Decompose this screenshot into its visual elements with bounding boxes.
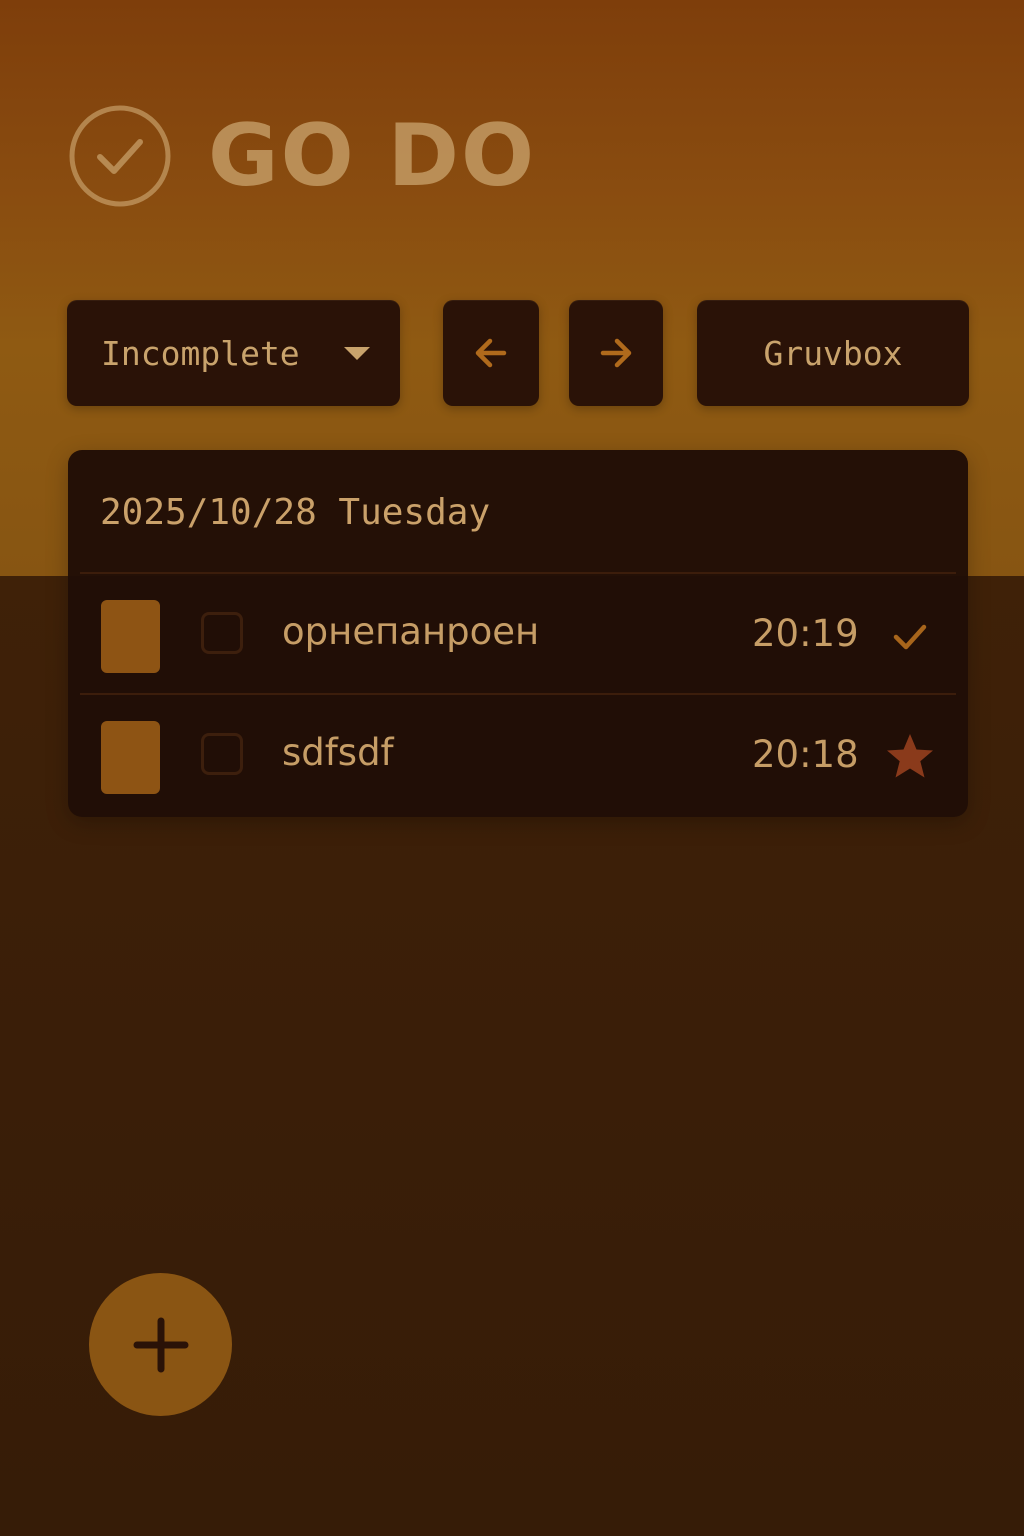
star-icon[interactable] [884,731,936,783]
chevron-down-icon [344,346,370,360]
add-task-button[interactable] [89,1273,232,1416]
arrow-right-icon [600,338,632,368]
filter-dropdown[interactable]: Incomplete [67,300,400,406]
plus-icon [133,1317,188,1372]
day-card: 2025/10/28 Tuesday орнепанроен 20:19 sdf… [68,450,968,817]
task-title: sdfsdf [282,731,394,774]
task-color-swatch[interactable] [101,721,160,794]
app-header: GO DO [68,102,536,210]
previous-day-button[interactable] [443,300,539,406]
arrow-left-icon [475,338,507,368]
app-title: GO DO [208,106,537,206]
task-row[interactable]: орнепанроен 20:19 [68,574,968,694]
task-row[interactable]: sdfsdf 20:18 [68,695,968,815]
theme-label: Gruvbox [763,333,903,373]
date-header: 2025/10/28 Tuesday [100,492,491,533]
filter-selected-value: Incomplete [101,333,300,373]
task-color-swatch[interactable] [101,600,160,673]
check-circle-icon [69,105,171,207]
check-icon[interactable] [884,610,936,662]
task-checkbox[interactable] [201,733,243,775]
task-title: орнепанроен [282,610,540,653]
task-time: 20:19 [752,612,859,655]
task-checkbox[interactable] [201,612,243,654]
next-day-button[interactable] [569,300,663,406]
task-time: 20:18 [752,733,859,776]
theme-button[interactable]: Gruvbox [697,300,969,406]
